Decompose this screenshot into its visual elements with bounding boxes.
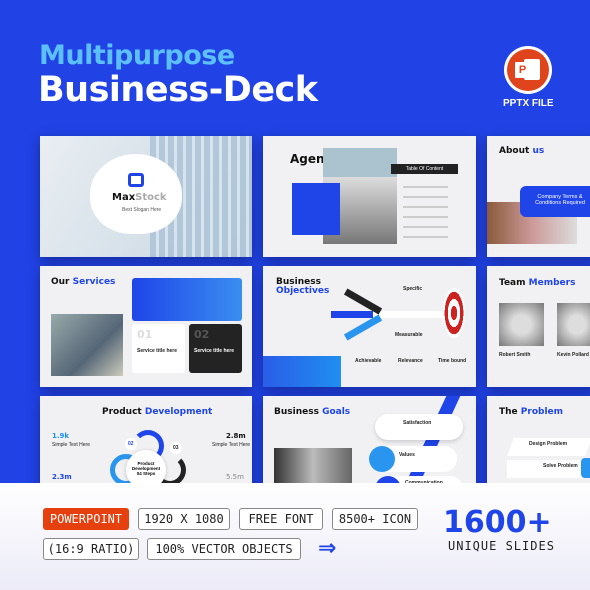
member-photo (499, 303, 544, 346)
label-specific: Specific (403, 286, 423, 292)
toc-header: Table Of Content (391, 164, 458, 174)
blue-image-block (263, 356, 341, 387)
powerpoint-icon: P (504, 46, 552, 94)
slide-services: Our Services 01 Service title here 02 Serv… (40, 266, 252, 387)
product-title: Product Development (102, 407, 213, 417)
brand-name: MaxStock (112, 192, 167, 203)
tag-icons: 8500+ ICON (332, 508, 418, 530)
slide-product: Product Development 1.9k Simple Text Her… (40, 396, 252, 496)
title-business-deck: Business-Deck (38, 70, 318, 110)
team-title: Team Members (499, 278, 576, 288)
goal-item: Satisfaction (375, 414, 463, 440)
label-relevance: Relevance (398, 358, 423, 364)
objective-bar (343, 314, 383, 341)
objective-bar (331, 311, 373, 318)
label-measurable: Measurable (395, 332, 423, 338)
member-name: Robert Smith (499, 352, 531, 358)
services-title: Our Services (51, 277, 116, 287)
stat-value: 1.9k (52, 432, 70, 440)
pptx-file-label: PPTX FILE (503, 98, 554, 109)
service-card-2: 02 Service title here (189, 324, 242, 373)
goals-title: Business Goals (274, 407, 351, 417)
service-card-1: 01 Service title here (132, 324, 185, 373)
step-number: 02 (125, 438, 137, 450)
slide-problem: The Problem Design Problem Solve Problem (487, 396, 590, 496)
stat-value: 5.5m (226, 473, 244, 481)
about-title: About us (499, 146, 545, 156)
label-time-bound: Time bound (438, 358, 467, 364)
tag-resolution: 1920 X 1080 (138, 508, 230, 530)
slide-about: About us Company Terms & Conditions Requ… (487, 136, 590, 257)
search-icon (581, 458, 590, 478)
tag-powerpoint: POWERPOINT (43, 508, 129, 530)
goal-item: Values (369, 446, 457, 472)
title-multipurpose: Multipurpose (39, 40, 235, 71)
problem-item: Solve Problem (507, 460, 582, 478)
tag-ratio: (16:9 RATIO) (43, 538, 139, 560)
stat-value: 2.3m (52, 473, 72, 481)
slide-team: Team Members Robert Smith Kevin Pollard (487, 266, 590, 387)
tag-free-font: FREE FONT (239, 508, 323, 530)
slide-objectives: Business Objectives Specific Measurable A… (263, 266, 476, 387)
stat-value: 2.8m (226, 432, 246, 440)
services-highlight (132, 278, 242, 321)
logo-icon (128, 173, 144, 187)
member-photo (557, 303, 590, 346)
slide-count: 1600+ (443, 505, 552, 540)
member-name: Kevin Pollard (557, 352, 589, 358)
slogan: Best Slogan Here (122, 207, 162, 213)
slide-count-label: UNIQUE SLIDES (448, 539, 555, 553)
terms-box: Company Terms & Conditions Required (520, 186, 590, 217)
target-icon (443, 288, 465, 338)
tag-vector: 100% VECTOR OBJECTS (147, 538, 301, 560)
double-arrow-right-icon: ⇒ (318, 536, 337, 561)
stat-label: Simple Text Here (52, 442, 90, 448)
agenda-list-box (292, 183, 340, 235)
label-achievable: Achievable (355, 358, 382, 364)
slide-agenda: Agenda Table Of Content (263, 136, 476, 257)
meeting-photo (51, 314, 123, 376)
problem-item: Design Problem (507, 438, 590, 456)
objectives-title: Business Objectives (276, 277, 330, 296)
slide-cover: MaxStock Best Slogan Here (40, 136, 252, 257)
slide-goals: Business Goals Satisfaction Values Commu… (263, 396, 476, 496)
stat-label: Simple Text Here (212, 442, 250, 448)
step-number: 03 (170, 442, 182, 454)
problem-title: The Problem (499, 407, 564, 417)
